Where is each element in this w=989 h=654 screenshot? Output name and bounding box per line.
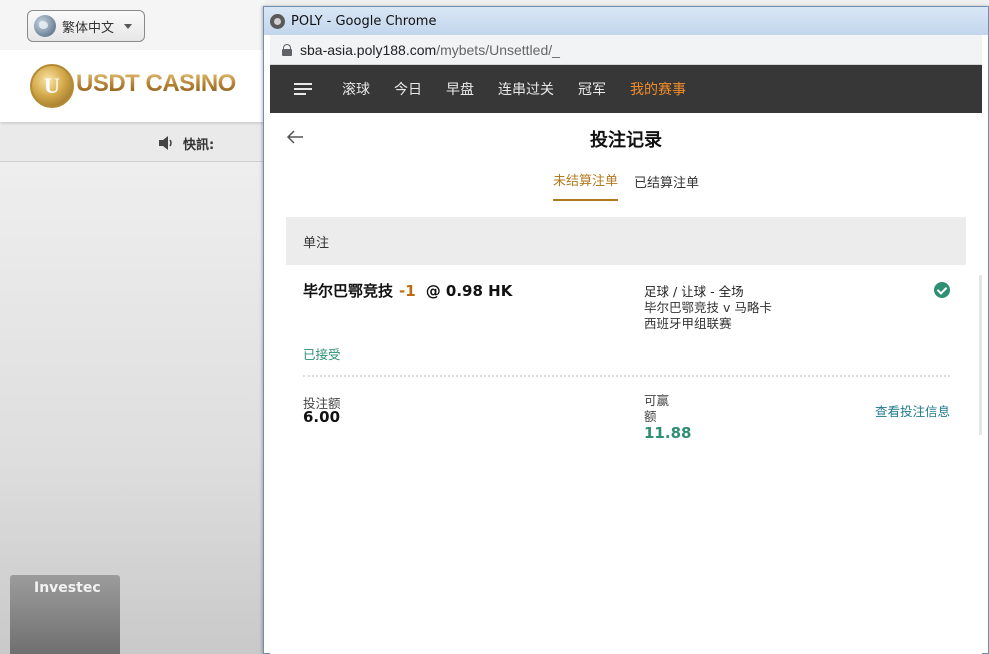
status-badge: 已接受 xyxy=(303,347,341,362)
casino-logo-bar: U USDT CASINO xyxy=(0,50,265,122)
language-label: 繁体中文 xyxy=(62,20,115,36)
window-title-bar[interactable]: POLY - Google Chrome xyxy=(264,7,988,35)
nav-item-outright[interactable]: 冠军 xyxy=(578,79,606,99)
chrome-icon xyxy=(270,13,285,29)
bet-league: 西班牙甲组联赛 xyxy=(644,316,732,331)
address-bar[interactable]: sba-asia.poly188.com/mybets/Unsettled/_ xyxy=(270,35,982,65)
chevron-down-icon xyxy=(124,23,133,29)
news-ticker: 快訊: xyxy=(0,126,265,162)
bet-team: 毕尔巴鄂竞技 xyxy=(303,282,394,300)
potential-win-value: 11.88 xyxy=(644,424,692,442)
globe-icon xyxy=(34,15,56,37)
page-title: 投注记录 xyxy=(590,130,662,151)
window-title: POLY - Google Chrome xyxy=(291,13,437,29)
nav-item-my-events[interactable]: 我的赛事 xyxy=(630,79,686,99)
nav-item-today[interactable]: 今日 xyxy=(394,79,422,99)
check-circle-icon xyxy=(934,282,950,298)
bet-handicap: -1 xyxy=(399,282,416,300)
stake-value: 6.00 xyxy=(303,408,341,426)
url-path: /mybets/Unsettled/_ xyxy=(436,41,560,58)
bet-card: 毕尔巴鄂竞技 -1 @ 0.98 HK 足球 / 让球 - 全场 毕尔巴鄂竞技 v … xyxy=(286,265,966,455)
casino-logo-text[interactable]: USDT CASINO xyxy=(76,70,236,98)
scrollbar[interactable] xyxy=(979,275,982,435)
betting-site: 滚球 今日 早盘 连串过关 冠军 我的赛事 投注记录 未结算注单 已结算注单 单… xyxy=(270,65,982,654)
speaker-icon xyxy=(159,136,172,150)
bet-status-tabs: 未结算注单 已结算注单 xyxy=(270,161,982,201)
nav-item-parlay[interactable]: 连串过关 xyxy=(498,79,554,99)
news-label: 快訊: xyxy=(183,138,215,153)
language-selector[interactable]: 繁体中文 xyxy=(27,10,145,42)
browser-window: POLY - Google Chrome sba-asia.poly188.co… xyxy=(263,6,989,654)
nav-item-live[interactable]: 滚球 xyxy=(342,79,370,99)
nav-item-early[interactable]: 早盘 xyxy=(446,79,474,99)
tab-settled[interactable]: 已结算注单 xyxy=(634,172,699,201)
lock-icon[interactable] xyxy=(282,43,292,56)
tab-unsettled[interactable]: 未结算注单 xyxy=(552,170,618,201)
section-single-bets: 单注 xyxy=(286,217,966,265)
top-nav: 滚球 今日 早盘 连串过关 冠军 我的赛事 xyxy=(270,65,982,113)
background-casino-page: 繁体中文 U USDT CASINO 快訊: Investec xyxy=(0,0,265,654)
menu-icon[interactable] xyxy=(294,83,312,95)
url-host: sba-asia.poly188.com xyxy=(300,41,437,58)
casino-logo-emblem: U xyxy=(30,64,74,108)
bet-odds: 0.98 HK xyxy=(445,282,513,300)
potential-win-label: 可赢额 xyxy=(644,393,670,424)
divider xyxy=(303,375,950,377)
view-bet-details-link[interactable]: 查看投注信息 xyxy=(875,401,950,420)
bet-at-symbol: @ xyxy=(425,282,441,300)
bet-selection: 毕尔巴鄂竞技 -1 @ 0.98 HK xyxy=(303,280,512,301)
page-header: 投注记录 xyxy=(270,113,982,161)
banner-text: Investec xyxy=(34,580,101,596)
